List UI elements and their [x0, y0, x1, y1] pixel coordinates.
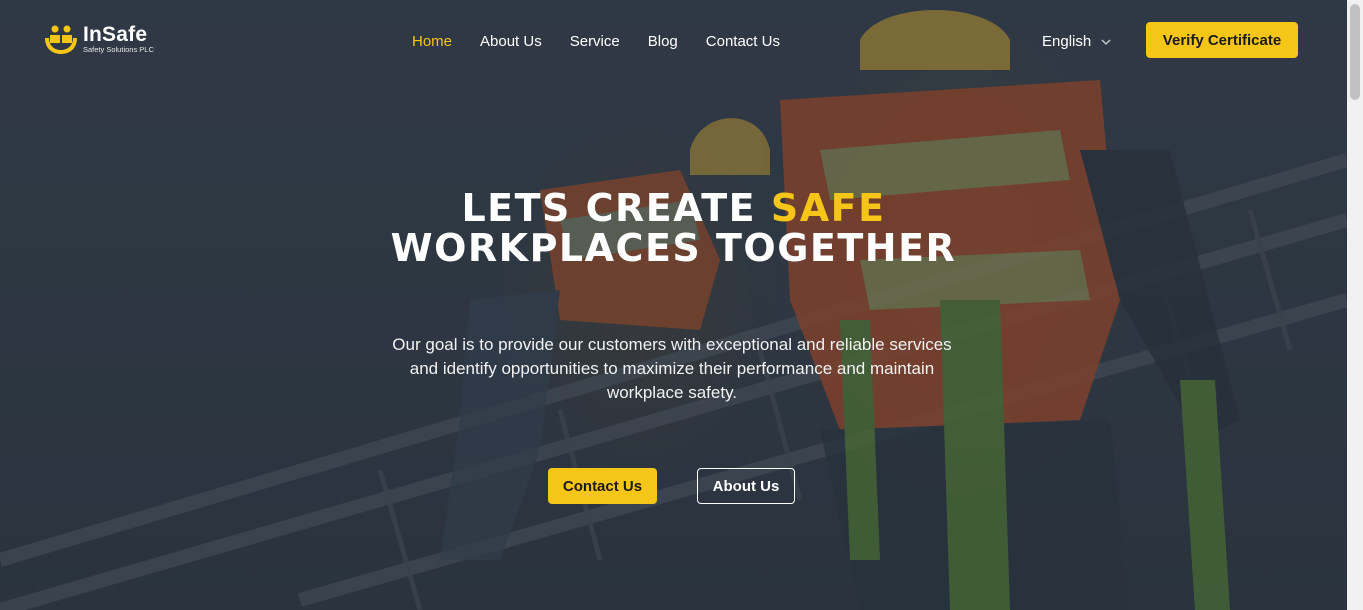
main-nav: Home About Us Service Blog Contact Us: [412, 33, 808, 51]
brand-name: InSafe: [83, 23, 148, 46]
nav-item-about-us[interactable]: About Us: [480, 33, 542, 51]
chevron-down-icon: [1101, 39, 1111, 45]
brand-logo[interactable]: InSafe Safety Solutions PLC: [44, 22, 154, 56]
headline-part1: LETS CREATE: [461, 186, 771, 230]
nav-item-blog[interactable]: Blog: [648, 33, 678, 51]
contact-us-button[interactable]: Contact Us: [548, 468, 657, 504]
brand-tagline: Safety Solutions PLC: [83, 45, 154, 54]
nav-item-contact-us[interactable]: Contact Us: [706, 33, 780, 51]
headline-highlight: SAFE: [770, 186, 886, 230]
nav-item-home[interactable]: Home: [412, 33, 452, 51]
nav-item-service[interactable]: Service: [570, 33, 620, 51]
hero-section: InSafe Safety Solutions PLC Home About U…: [0, 0, 1347, 610]
hero-dark-overlay: [0, 0, 1347, 610]
people-hands-icon: [45, 25, 77, 54]
verify-certificate-button[interactable]: Verify Certificate: [1146, 22, 1298, 58]
hero-headline: LETS CREATE SAFE WORKPLACES TOGETHER: [0, 188, 1347, 268]
language-selected: English: [1042, 33, 1092, 50]
language-selector[interactable]: English: [1042, 33, 1111, 50]
hero-subtitle: Our goal is to provide our customers wit…: [392, 335, 952, 402]
page-scrollbar[interactable]: [1347, 0, 1363, 610]
scrollbar-thumb[interactable]: [1350, 4, 1360, 100]
headline-line2: WORKPLACES TOGETHER: [390, 226, 957, 270]
about-us-button[interactable]: About Us: [697, 468, 795, 504]
